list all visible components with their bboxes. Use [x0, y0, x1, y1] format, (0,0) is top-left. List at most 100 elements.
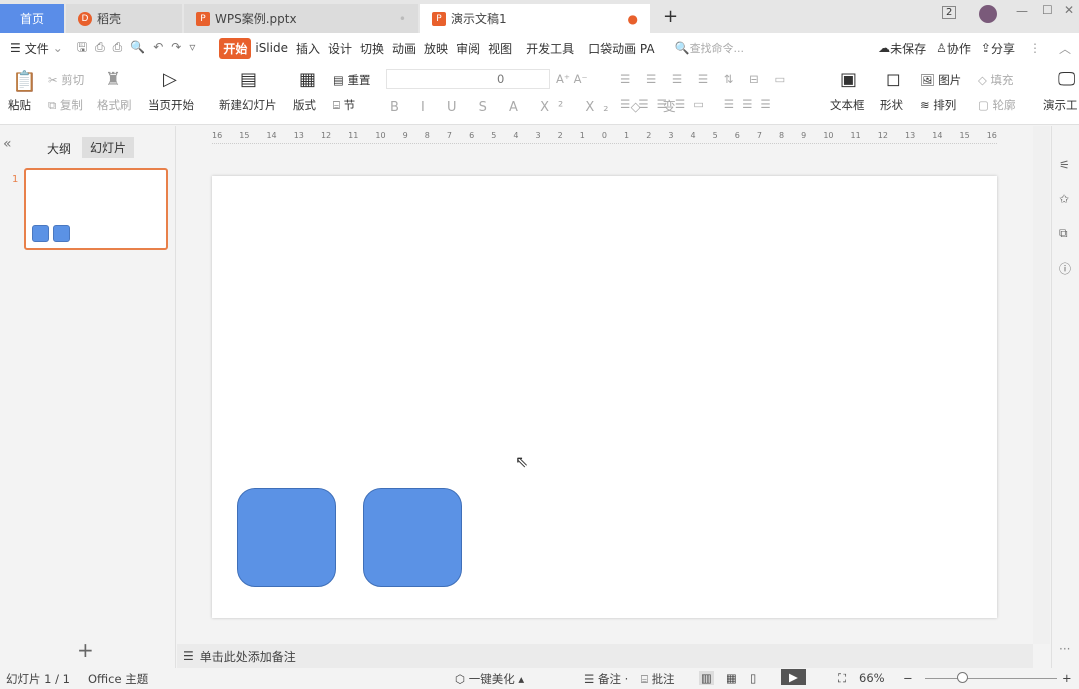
tab-home[interactable]: 首页 — [0, 4, 64, 33]
format-painter-button[interactable]: 格式刷 — [97, 97, 132, 113]
reset-label: 重置 — [347, 73, 371, 87]
zoom-slider[interactable] — [925, 678, 1057, 679]
notes-area[interactable]: ☰ 单击此处添加备注 — [177, 644, 1033, 668]
search-input[interactable]: 查找命令... — [690, 40, 745, 56]
grid-view-icon[interactable]: ▦ — [726, 671, 737, 685]
notes-toggle[interactable]: ☰ 备注 · — [584, 671, 628, 687]
tab-daoke[interactable]: D 稻壳 — [66, 4, 182, 33]
zoom-slider-handle[interactable] — [957, 672, 968, 683]
notes-placeholder[interactable]: 单击此处添加备注 — [200, 648, 296, 665]
tab-slides[interactable]: 幻灯片 — [82, 137, 135, 158]
reset-button[interactable]: ▤ 重置 — [333, 72, 371, 88]
tab-presentation1[interactable]: P 演示文稿1 ● — [420, 4, 650, 33]
paste-icon[interactable]: 📋 — [12, 69, 37, 93]
mouse-cursor-icon: ⇖ — [515, 452, 529, 471]
outline-button[interactable]: ▢ 轮廓 — [978, 97, 1016, 113]
help-icon[interactable]: ⓘ — [1059, 260, 1071, 277]
vertical-scrollbar[interactable] — [1033, 126, 1050, 644]
ruler-tick-label: 13 — [293, 131, 304, 140]
new-slide-icon: ▤ — [240, 69, 258, 90]
fill-label: 填充 — [990, 73, 1014, 87]
minimize-icon[interactable]: — — [1016, 4, 1028, 18]
more-icon[interactable]: ··· — [1059, 642, 1070, 656]
copy-icon[interactable]: ⧉ — [1059, 226, 1068, 241]
hamburger-icon[interactable]: ☰ — [10, 41, 21, 55]
cloud-icon: ☁ — [878, 41, 891, 55]
menu-transition[interactable]: 切换 — [356, 40, 388, 57]
quick-access-icons[interactable]: 🖫⎙⎙🔍↶↷▿ — [77, 38, 204, 59]
beautify-button[interactable]: ⬡ 一键美化 ▴ — [455, 671, 524, 687]
collapse-ribbon-icon[interactable]: ︿ — [1059, 40, 1071, 57]
normal-view-icon[interactable]: ▥ — [699, 671, 714, 685]
collab-button[interactable]: 协作 — [947, 40, 971, 57]
unsaved-status[interactable]: 未保存 — [890, 40, 926, 57]
rounded-rectangle-shape[interactable] — [363, 488, 462, 587]
new-tab-button[interactable]: + — [663, 6, 678, 27]
cut-button[interactable]: ✂ 剪切 — [48, 72, 84, 88]
fit-icon[interactable]: ⛶ — [838, 671, 846, 686]
theme-name[interactable]: Office 主题 — [88, 671, 148, 687]
menu-bar: ☰ 文件 ⌄ 🖫⎙⎙🔍↶↷▿ 开始 iSlide 插入 设计 切换 动画 放映 … — [0, 33, 1079, 63]
ruler-tick-label: 4 — [513, 131, 519, 140]
menu-file[interactable]: 文件 — [21, 40, 53, 57]
menu-pocket-animation[interactable]: 口袋动画 PA — [584, 40, 659, 57]
close-window-icon[interactable]: ✕ — [1064, 3, 1074, 17]
paste-button[interactable]: 粘贴 — [8, 97, 31, 113]
comment-toggle[interactable]: ⌸ 批注 — [641, 671, 675, 687]
slide-canvas[interactable]: ⇖ — [212, 176, 997, 618]
font-grow-shrink[interactable]: A⁺ A⁻ — [556, 72, 588, 86]
zoom-level[interactable]: 66% — [859, 671, 885, 685]
window-count-badge[interactable]: 2 — [942, 6, 957, 19]
tab-label: WPS案例.pptx — [215, 12, 297, 26]
tab-wps-case[interactable]: P WPS案例.pptx • — [184, 4, 418, 33]
zoom-in-button[interactable]: + — [1062, 671, 1072, 685]
paragraph-buttons[interactable]: ☰ ☰ ☰ ☰ ⇅ ⊟ ▭ — [620, 72, 791, 86]
present-tools-button[interactable]: 演示工 — [1043, 97, 1078, 113]
tab-outline[interactable]: 大纲 — [47, 140, 71, 157]
maximize-icon[interactable]: ☐ — [1042, 3, 1053, 17]
ruler-tick-label: 5 — [712, 131, 718, 140]
settings-sliders-icon[interactable]: ⚟ — [1059, 158, 1070, 172]
menu-view[interactable]: 视图 — [484, 40, 516, 57]
slide-thumbnail[interactable] — [24, 168, 168, 250]
daoke-icon: D — [78, 11, 92, 26]
menu-review[interactable]: 审阅 — [452, 40, 484, 57]
more-icon[interactable]: ⋮ — [1029, 41, 1041, 55]
zoom-out-button[interactable]: − — [903, 671, 913, 685]
layout-button[interactable]: 版式 — [293, 97, 316, 113]
ruler-tick-label: 7 — [756, 131, 762, 140]
menu-islide[interactable]: iSlide — [251, 41, 292, 55]
play-button[interactable]: ▶ — [781, 669, 806, 685]
picture-button[interactable]: 🖼 图片 — [920, 72, 961, 88]
textbox-button[interactable]: 文本框 — [830, 97, 865, 113]
shape-button[interactable]: 形状 — [880, 97, 903, 113]
align-buttons[interactable]: ☰☰☰☰▭ ☰☰☰ — [620, 97, 779, 111]
menu-home[interactable]: 开始 — [219, 37, 252, 59]
menu-developer[interactable]: 开发工具 — [522, 40, 578, 57]
menu-slideshow[interactable]: 放映 — [420, 40, 452, 57]
chevron-down-icon[interactable]: ⌄ — [53, 41, 63, 55]
layout-icon: ▦ — [299, 69, 317, 90]
ruler-tick-label: 2 — [646, 131, 652, 140]
menu-insert[interactable]: 插入 — [292, 40, 324, 57]
cut-label: 剪切 — [61, 73, 85, 87]
reading-view-icon[interactable]: ▯ — [750, 671, 756, 685]
section-button[interactable]: ⌸ 节 — [333, 97, 355, 113]
fill-button[interactable]: ◇ 填充 — [978, 72, 1014, 88]
menu-design[interactable]: 设计 — [324, 40, 356, 57]
add-slide-button[interactable]: + — [77, 638, 94, 662]
menu-animation[interactable]: 动画 — [388, 40, 420, 57]
play-from-current-button[interactable]: 当页开始 — [148, 97, 194, 113]
share-button[interactable]: 分享 — [991, 40, 1015, 57]
tab-label: 稻壳 — [97, 12, 122, 26]
arrange-button[interactable]: ≋ 排列 — [920, 97, 956, 113]
copy-button[interactable]: ⧉ 复制 — [48, 97, 83, 113]
new-slide-button[interactable]: 新建幻灯片 — [219, 97, 277, 113]
rounded-rectangle-shape[interactable] — [237, 488, 336, 587]
collapse-panel-icon[interactable]: « — [3, 136, 12, 152]
close-icon[interactable]: • — [399, 12, 406, 26]
avatar[interactable] — [979, 5, 997, 23]
pin-icon[interactable]: ✩ — [1059, 192, 1069, 206]
ruler-tick-label: 14 — [932, 131, 943, 140]
font-size-field[interactable]: 0 — [386, 69, 550, 89]
